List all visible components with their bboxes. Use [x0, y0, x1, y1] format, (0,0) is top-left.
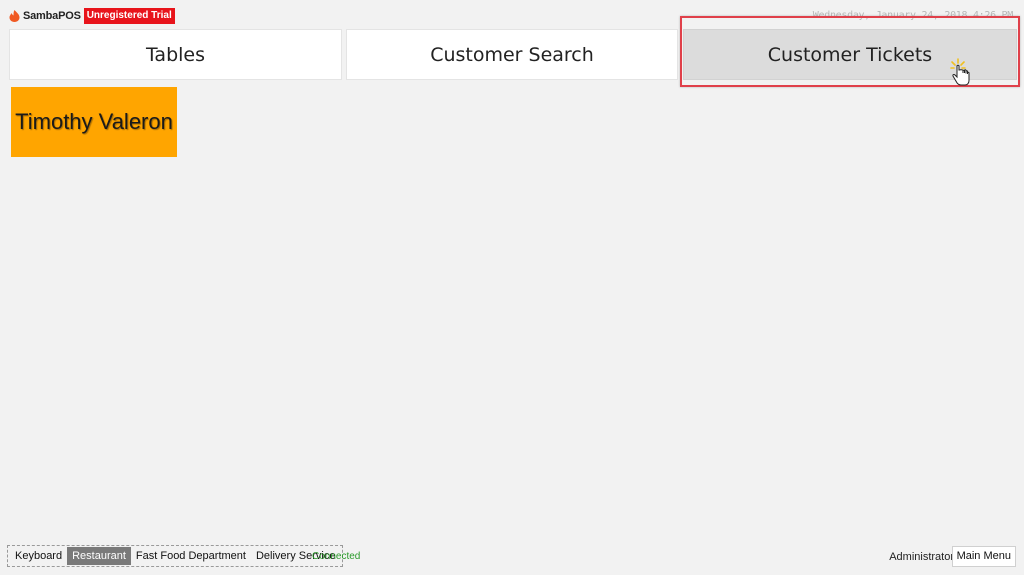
app-logo: SambaPOS Unregistered Trial [9, 8, 175, 24]
sambapos-flame-icon [9, 10, 20, 22]
department-fast-food[interactable]: Fast Food Department [131, 547, 251, 565]
main-menu-button[interactable]: Main Menu [951, 546, 1016, 567]
current-user: Administrator [889, 551, 954, 563]
tables-button-label: Tables [145, 43, 206, 66]
trial-badge: Unregistered Trial [83, 8, 175, 24]
customer-name: Timothy Valeron [15, 109, 173, 134]
status-bar: Keyboard Restaurant Fast Food Department… [0, 540, 1024, 575]
department-selector: Keyboard Restaurant Fast Food Department… [7, 545, 344, 567]
hand-pointer-icon [950, 58, 970, 86]
department-restaurant[interactable]: Restaurant [67, 547, 131, 565]
department-keyboard[interactable]: Keyboard [10, 547, 67, 565]
customer-search-button-label: Customer Search [430, 43, 594, 66]
customer-tile[interactable]: Timothy Valeron [11, 87, 177, 157]
connection-status: Connected [312, 551, 361, 562]
tables-button[interactable]: Tables [9, 29, 342, 80]
customer-search-button[interactable]: Customer Search [346, 29, 678, 80]
app-name: SambaPOS [23, 10, 81, 22]
